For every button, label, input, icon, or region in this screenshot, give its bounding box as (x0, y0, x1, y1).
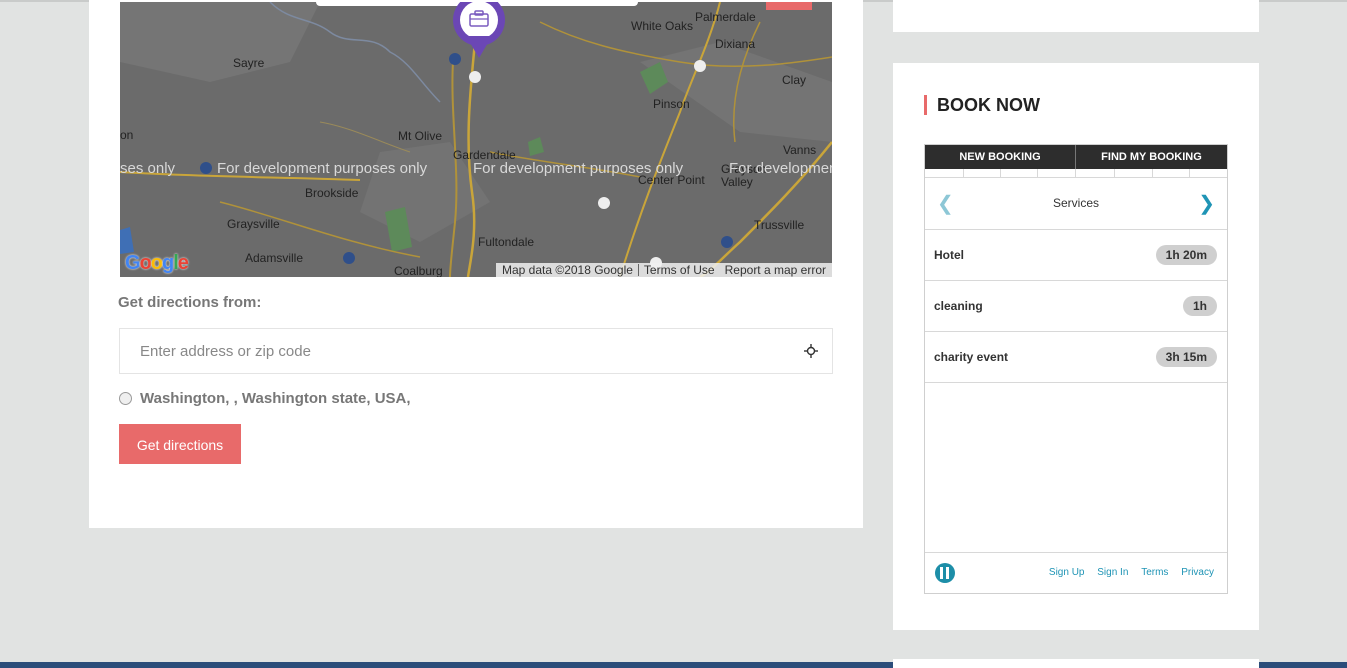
step-divider (963, 169, 964, 177)
location-option-label: Washington, , Washington state, USA, (140, 390, 411, 407)
google-map[interactable]: Palmerdale White Oaks Dixiana Sayre Clay… (120, 2, 832, 277)
map-place-clay: Clay (782, 73, 807, 87)
service-name: cleaning (934, 299, 983, 313)
footer-links: Sign Up Sign In Terms Privacy (1039, 567, 1214, 578)
map-attribution: Map data ©2018 Google Terms of Use Report… (495, 263, 832, 277)
sign-in-link[interactable]: Sign In (1097, 567, 1128, 578)
map-dev-watermark: For development purposes only (217, 160, 428, 177)
booking-tabs: NEW BOOKING FIND MY BOOKING (925, 145, 1227, 169)
logo-letter: o (139, 252, 152, 274)
step-divider (1075, 169, 1076, 177)
logo-letter: e (177, 252, 189, 274)
services-title: Services (1052, 196, 1099, 210)
bottom-edge (0, 662, 1347, 668)
map-place-sayre: Sayre (233, 56, 265, 70)
directions-input-wrapper (119, 328, 833, 374)
progress-steps (925, 169, 1227, 178)
google-logo: Google (125, 252, 189, 275)
chevron-right-icon[interactable]: ❯ (1198, 194, 1215, 214)
terms-link[interactable]: Terms (1141, 567, 1168, 578)
map-data-credit: Map data ©2018 Google (501, 263, 633, 277)
map-place-pinson: Pinson (653, 97, 690, 111)
step-divider (1152, 169, 1153, 177)
map-place-white-oaks: White Oaks (631, 19, 694, 33)
step-divider (1037, 169, 1038, 177)
services-header: ❮ Services ❯ (925, 178, 1227, 230)
logo-letter: g (162, 252, 174, 274)
service-name: charity event (934, 350, 1009, 364)
map-place-adamsville: Adamsville (245, 251, 304, 265)
divider (637, 264, 639, 276)
brand-logo-icon[interactable] (935, 563, 955, 583)
duration-badge: 1h 20m (1155, 245, 1217, 265)
logo-letter: o (150, 252, 163, 274)
service-row-hotel[interactable]: Hotel 1h 20m (925, 230, 1227, 281)
map-place-coalburg: Coalburg (394, 264, 443, 277)
marker-tail (466, 36, 492, 58)
map-dev-watermark: ses only (120, 160, 176, 177)
sign-up-link[interactable]: Sign Up (1049, 567, 1085, 578)
map-dev-watermark: For development purposes only (473, 160, 684, 177)
booking-card: BOOK NOW NEW BOOKING FIND MY BOOKING ❮ S… (893, 63, 1259, 630)
tab-find-my-booking[interactable]: FIND MY BOOKING (1076, 145, 1227, 169)
terms-of-use-link[interactable]: Terms of Use (644, 263, 715, 277)
step-divider (1000, 169, 1001, 177)
map-place-on: on (120, 128, 134, 142)
crosshair-icon[interactable] (804, 344, 818, 358)
get-directions-button[interactable]: Get directions (119, 424, 241, 464)
map-place-mt-olive: Mt Olive (398, 129, 443, 143)
map-place-palmerdale: Palmerdale (695, 10, 756, 24)
directions-label: Get directions from: (118, 294, 262, 311)
service-name: Hotel (934, 248, 964, 262)
map-place-graysville: Graysville (227, 217, 280, 231)
service-row-cleaning[interactable]: cleaning 1h (925, 281, 1227, 332)
step-divider (1114, 169, 1115, 177)
logo-letter: G (125, 252, 141, 274)
marker-circle (460, 2, 498, 39)
booking-widget: NEW BOOKING FIND MY BOOKING ❮ Services ❯… (924, 144, 1228, 594)
map-place-trussville: Trussville (754, 218, 805, 232)
privacy-link[interactable]: Privacy (1181, 567, 1214, 578)
bottom-edge-card (893, 662, 1259, 668)
map-place-fultondale: Fultondale (478, 235, 535, 249)
report-map-error-link[interactable]: Report a map error (725, 263, 826, 277)
tab-new-booking[interactable]: NEW BOOKING (925, 145, 1076, 169)
duration-badge: 3h 15m (1155, 347, 1217, 367)
duration-badge: 1h (1182, 296, 1217, 316)
map-place-dixiana: Dixiana (715, 37, 756, 51)
briefcase-icon (469, 10, 489, 27)
location-radio[interactable] (119, 392, 132, 405)
location-card: Palmerdale White Oaks Dixiana Sayre Clay… (89, 0, 863, 528)
service-row-charity-event[interactable]: charity event 3h 15m (925, 332, 1227, 383)
step-divider (1189, 169, 1190, 177)
address-input[interactable] (120, 329, 800, 373)
book-now-heading: BOOK NOW (924, 95, 1040, 115)
widget-footer: Sign Up Sign In Terms Privacy (925, 552, 1227, 594)
map-dev-watermark: For developmen (729, 160, 832, 177)
map-fullscreen-tab[interactable] (766, 2, 812, 10)
map-place-vanns: Vanns (783, 143, 817, 157)
sidebar-top-card (893, 0, 1259, 32)
map-place-brookside: Brookside (305, 186, 359, 200)
